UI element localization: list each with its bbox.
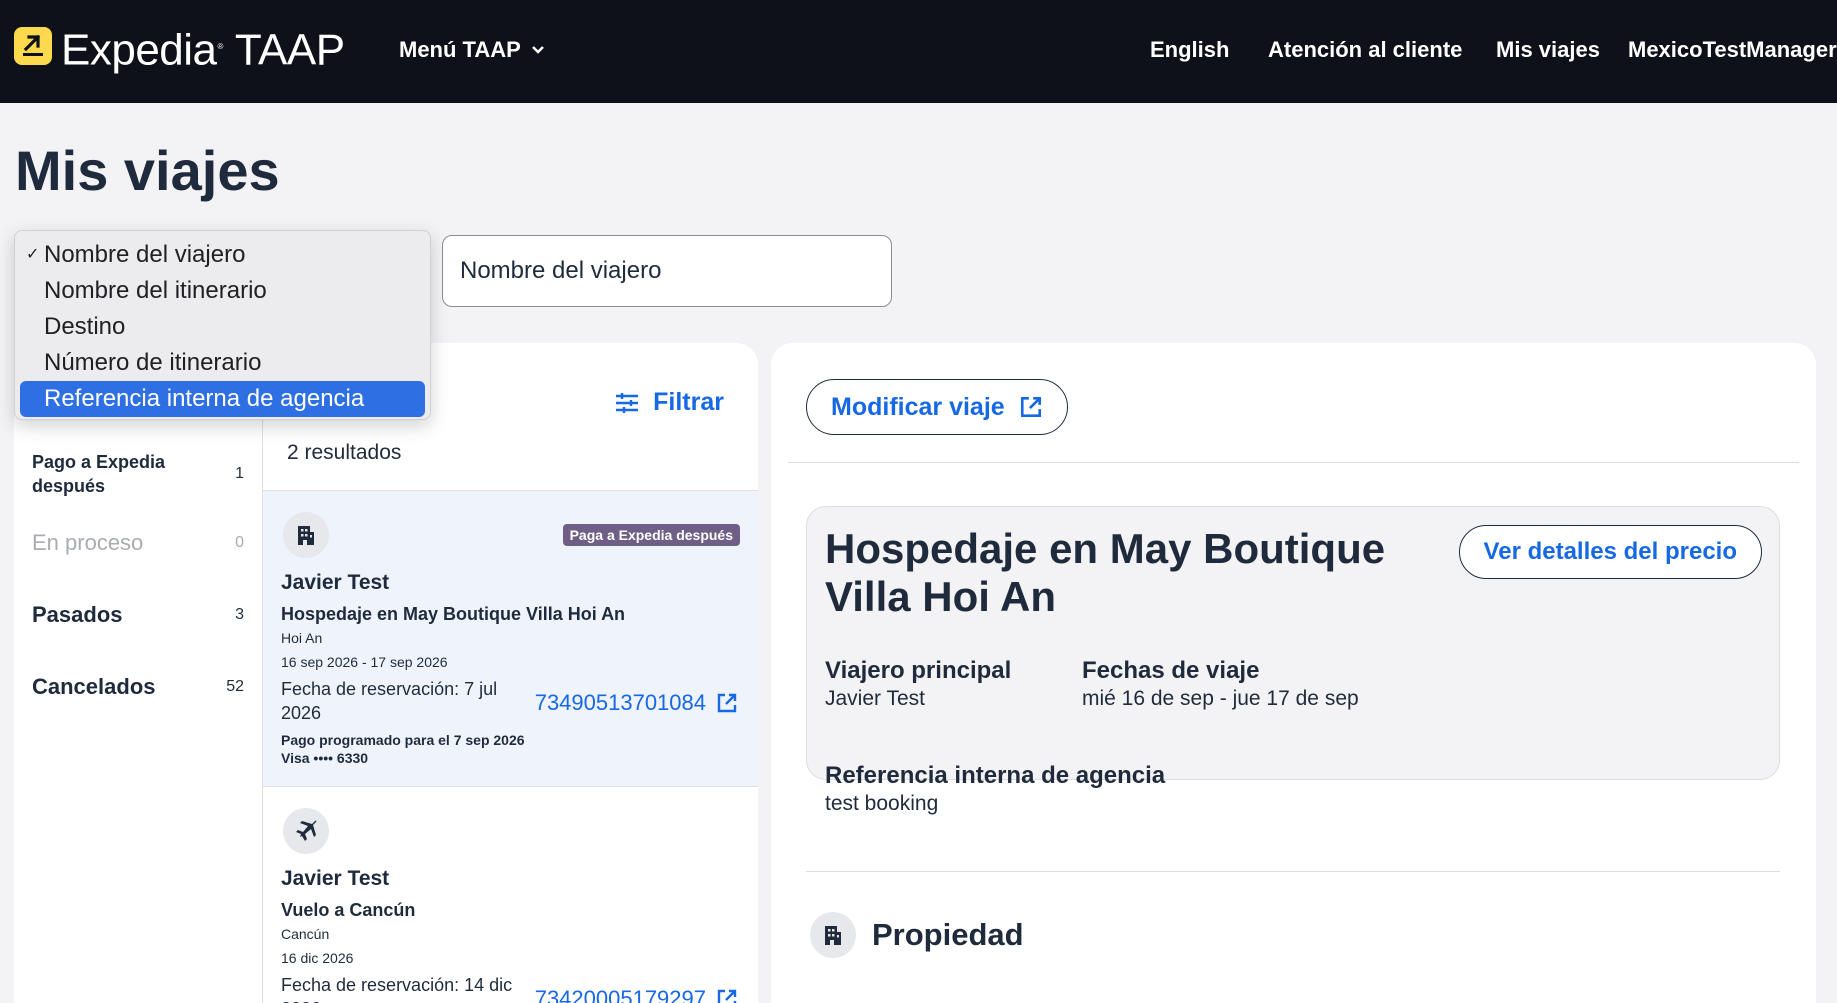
option-label: Número de itinerario xyxy=(44,349,262,376)
filter-label: Pago a Expedia después xyxy=(32,452,166,496)
page-title: Mis viajes xyxy=(15,139,280,202)
filter-pay-later[interactable]: Pago a Expedia después 1 xyxy=(32,450,244,498)
trip-dates: 16 dic 2026 xyxy=(281,950,354,966)
brand-suffix: TAAP xyxy=(234,25,345,75)
brand-logo[interactable]: Expedia® TAAP xyxy=(61,22,345,76)
dropdown-option-itinerary-number[interactable]: Número de itinerario xyxy=(20,345,425,381)
filter-count: 52 xyxy=(226,678,244,695)
primary-traveler-value: Javier Test xyxy=(825,687,925,710)
top-navigation-bar: Expedia® TAAP Menú TAAP English Atención … xyxy=(0,0,1837,103)
language-link[interactable]: English xyxy=(1150,37,1229,63)
sliders-icon xyxy=(616,392,639,413)
checkmark-icon: ✓ xyxy=(26,246,40,263)
travel-dates-label: Fechas de viaje xyxy=(1082,657,1260,684)
agency-reference-value: test booking xyxy=(825,792,939,815)
search-input[interactable]: Nombre del viajero xyxy=(442,235,892,307)
search-type-dropdown[interactable]: ✓ Nombre del viajero Nombre del itinerari… xyxy=(14,230,431,420)
modify-trip-label: Modificar viaje xyxy=(831,392,1005,421)
traveler-name: Javier Test xyxy=(281,571,390,594)
filter-count: 3 xyxy=(235,606,244,623)
filter-count: 1 xyxy=(235,465,244,482)
dropdown-option-agency-reference[interactable]: Referencia interna de agencia xyxy=(20,381,425,417)
building-icon xyxy=(810,912,856,958)
airplane-icon xyxy=(283,808,329,854)
results-count: 2 resultados xyxy=(287,441,402,464)
travel-dates-value: mié 16 de sep - jue 17 de sep xyxy=(1082,687,1359,710)
trip-card[interactable]: Paga a Expedia después Javier Test Hospe… xyxy=(263,490,758,786)
booking-date: Fecha de reservación: 14 dic 2026 xyxy=(281,975,513,1003)
option-label: Nombre del viajero xyxy=(44,241,246,268)
trip-title: Hospedaje en May Boutique Villa Hoi An xyxy=(281,604,626,624)
chevron-down-icon xyxy=(531,46,544,54)
results-panel: Filtrar 2 resultados Paga a Expedia desp… xyxy=(263,343,758,1003)
brand-name: Expedia xyxy=(61,25,217,75)
trip-summary-title: Hospedaje en May Boutique Villa Hoi An xyxy=(825,525,1386,620)
account-menu[interactable]: MexicoTestManager xyxy=(1628,37,1837,63)
trip-title: Vuelo a Cancún xyxy=(281,900,416,920)
filter-label: Cancelados xyxy=(32,674,156,699)
filter-button[interactable]: Filtrar xyxy=(615,388,724,417)
divider xyxy=(806,871,1780,872)
itinerary-number: 73490513701084 xyxy=(534,690,706,715)
view-price-details-button[interactable]: Ver detalles del precio xyxy=(1458,525,1762,579)
agency-reference-label: Referencia interna de agencia xyxy=(825,762,1166,789)
taap-menu-label: Menú TAAP xyxy=(399,37,521,62)
trip-location: Hoi An xyxy=(281,630,323,646)
customer-support-link[interactable]: Atención al cliente xyxy=(1268,37,1462,63)
expedia-logo-icon[interactable] xyxy=(14,27,52,65)
trip-details-panel: Modificar viaje Hospedaje en May Boutiqu… xyxy=(771,343,1816,1003)
filter-label: Filtrar xyxy=(653,388,724,416)
booking-date: Fecha de reservación: 7 jul 2026 xyxy=(281,679,498,723)
traveler-name: Javier Test xyxy=(281,867,390,890)
payment-card: Visa •••• 6330 xyxy=(281,750,369,766)
option-label: Nombre del itinerario xyxy=(44,277,267,304)
dropdown-option-destination[interactable]: Destino xyxy=(20,309,425,345)
filter-past[interactable]: Pasados 3 xyxy=(32,602,244,628)
dropdown-option-itinerary-name[interactable]: Nombre del itinerario xyxy=(20,273,425,309)
external-link-icon xyxy=(717,693,737,713)
trip-card[interactable]: Javier Test Vuelo a Cancún Cancún 16 dic… xyxy=(263,786,758,1003)
my-trips-link[interactable]: Mis viajes xyxy=(1496,37,1600,63)
trip-dates: 16 sep 2026 - 17 sep 2026 xyxy=(281,654,448,670)
filter-label: Pasados xyxy=(32,602,123,627)
primary-traveler-label: Viajero principal xyxy=(825,657,1012,684)
filter-cancelled[interactable]: Cancelados 52 xyxy=(32,674,244,700)
external-link-icon xyxy=(1020,396,1041,418)
option-label: Destino xyxy=(44,313,126,340)
payment-schedule: Pago programado para el 7 sep 2026 xyxy=(281,732,525,748)
itinerary-number: 73420005179297 xyxy=(534,986,706,1003)
trip-status-filters: Pago a Expedia después 1 En proceso 0 Pa… xyxy=(14,410,263,1003)
filter-count: 0 xyxy=(235,534,244,551)
taap-menu-button[interactable]: Menú TAAP xyxy=(399,37,545,63)
itinerary-link[interactable]: 73490513701084 xyxy=(535,690,738,716)
itinerary-link[interactable]: 73420005179297 xyxy=(535,986,738,1003)
option-label: Referencia interna de agencia xyxy=(44,385,365,412)
property-section-title: Propiedad xyxy=(872,917,1024,952)
trip-summary-card: Hospedaje en May Boutique Villa Hoi An V… xyxy=(806,506,1780,815)
trademark-mark: ® xyxy=(217,42,224,51)
external-link-icon xyxy=(717,989,737,1003)
pay-later-badge: Paga a Expedia después xyxy=(562,524,740,546)
filter-label: En proceso xyxy=(32,530,144,555)
trip-location: Cancún xyxy=(281,926,330,942)
modify-trip-button[interactable]: Modificar viaje xyxy=(806,379,1068,435)
divider xyxy=(788,462,1799,463)
dropdown-option-traveler-name[interactable]: ✓ Nombre del viajero xyxy=(20,237,425,273)
filter-in-progress[interactable]: En proceso 0 xyxy=(32,530,244,556)
building-icon xyxy=(283,512,329,558)
